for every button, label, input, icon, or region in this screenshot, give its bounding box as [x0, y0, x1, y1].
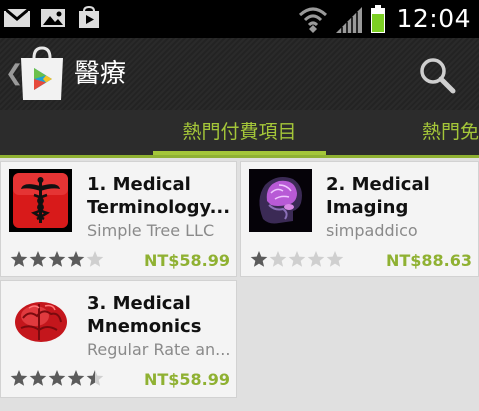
action-bar: ❮ 醫療 — [0, 38, 479, 110]
star-icon — [86, 370, 104, 386]
star-icon — [10, 370, 28, 386]
app-title: 3. Medical Mnemonics — [87, 293, 202, 337]
page-title: 醫療 — [74, 59, 127, 89]
system-icons: 12:04 — [298, 4, 471, 33]
caduceus-icon — [9, 169, 72, 232]
star-icon — [48, 251, 66, 267]
search-icon[interactable] — [418, 56, 456, 94]
star-icon — [48, 370, 66, 386]
signal-icon — [336, 6, 363, 33]
star-icon — [86, 251, 104, 267]
gmail-icon — [4, 7, 30, 27]
play-store-icon — [79, 6, 99, 28]
clock: 12:04 — [396, 4, 471, 33]
app-price: NT$88.63 — [385, 251, 472, 270]
red-brain-icon — [15, 302, 67, 342]
star-icon — [29, 370, 47, 386]
star-icon — [269, 251, 287, 267]
rating-stars — [10, 250, 104, 268]
app-title: 1. Medical Terminology... — [87, 174, 231, 218]
star-icon — [29, 251, 47, 267]
star-icon — [250, 251, 268, 267]
star-icon — [288, 251, 306, 267]
rating-stars — [10, 369, 104, 387]
app-card[interactable]: 2. Medical Imaging simpaddico NT$88.63 — [240, 161, 479, 277]
app-developer: simpaddico — [326, 221, 418, 240]
app-price: NT$58.99 — [143, 370, 230, 389]
tab-top-free[interactable]: 熱門免 — [422, 110, 479, 155]
notification-icons — [4, 6, 102, 30]
screen: 12:04 ❮ 醫療 熱門付費項目 熱門免 1. Medical Termino… — [0, 0, 479, 411]
app-developer: Simple Tree LLC — [87, 221, 215, 240]
tab-top-paid[interactable]: 熱門付費項目 — [153, 110, 326, 155]
wifi-icon — [299, 7, 328, 33]
star-icon — [67, 251, 85, 267]
star-icon — [10, 251, 28, 267]
battery-icon — [371, 4, 386, 33]
app-grid: 1. Medical Terminology... Simple Tree LL… — [0, 158, 479, 411]
app-card[interactable]: 1. Medical Terminology... Simple Tree LL… — [0, 161, 237, 277]
gallery-icon — [41, 9, 65, 27]
rating-stars — [250, 250, 344, 268]
brain-scan-icon — [249, 169, 312, 232]
star-icon — [326, 251, 344, 267]
play-store-logo[interactable] — [18, 46, 66, 102]
app-developer: Regular Rate an... — [87, 340, 231, 359]
tab-bar: 熱門付費項目 熱門免 — [0, 110, 479, 158]
star-icon — [307, 251, 325, 267]
status-bar: 12:04 — [0, 0, 479, 38]
star-icon — [67, 370, 85, 386]
app-price: NT$58.99 — [143, 251, 230, 270]
app-card[interactable]: 3. Medical Mnemonics Regular Rate an... … — [0, 280, 237, 398]
app-title: 2. Medical Imaging — [326, 174, 430, 218]
